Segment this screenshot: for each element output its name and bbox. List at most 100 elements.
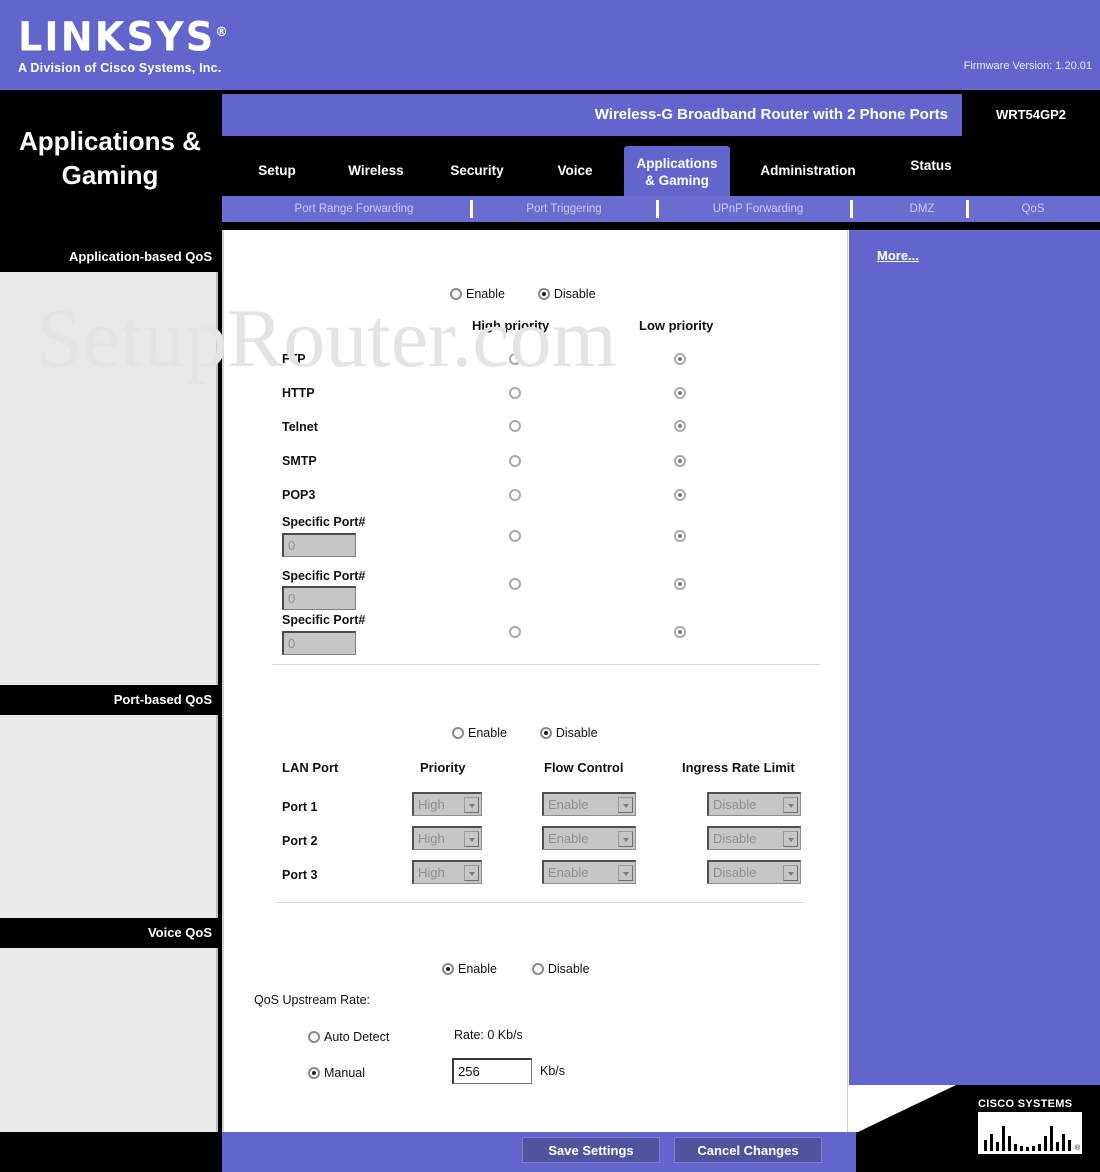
top-banner: LINKSYS® A Division of Cisco Systems, In… bbox=[0, 0, 1100, 90]
subtab-separator-1 bbox=[470, 200, 473, 218]
subtab-separator-3 bbox=[850, 200, 853, 218]
manual-rate-unit: Kb/s bbox=[540, 1064, 566, 1078]
linksys-tagline: A Division of Cisco Systems, Inc. bbox=[18, 61, 222, 76]
voice-qos-disable-radio[interactable] bbox=[531, 963, 544, 975]
subtab-separator-4 bbox=[966, 200, 969, 218]
cisco-bridge-svg: ® bbox=[984, 1126, 1081, 1152]
app-http-high-priority-radio[interactable] bbox=[509, 387, 521, 399]
manual-option: Manual bbox=[308, 1064, 365, 1082]
ingress-rate-limit-select-port-3[interactable]: Disable bbox=[707, 860, 801, 884]
app-row-label-specific-port-3: Specific Port# bbox=[282, 613, 366, 627]
port-row-label-3: Port 3 bbox=[282, 868, 318, 882]
flow-control-select-port-2[interactable]: Enable bbox=[542, 826, 636, 850]
specific-port-input-1[interactable] bbox=[282, 533, 356, 557]
subtab-upnp-forwarding[interactable]: UPnP Forwarding bbox=[668, 196, 848, 222]
chevron-down-icon bbox=[783, 797, 798, 813]
app-specific-port-3-high-priority-radio[interactable] bbox=[509, 626, 521, 638]
app-specific-port-2-low-priority-radio[interactable] bbox=[674, 578, 686, 590]
sidebar-section-voice-qos: Voice QoS bbox=[0, 918, 222, 948]
manual-rate-input[interactable] bbox=[452, 1058, 532, 1084]
app-qos-disable-radio[interactable] bbox=[537, 288, 550, 300]
ingress-rate-limit-select-port-2-value: Disable bbox=[713, 831, 757, 846]
ingress-rate-limit-select-port-1-value: Disable bbox=[713, 797, 757, 812]
subtab-qos[interactable]: QoS bbox=[978, 196, 1088, 222]
help-panel: More... bbox=[849, 230, 1100, 1085]
sidebar-body-voice-qos bbox=[0, 948, 218, 1132]
app-row-label-specific-port-2: Specific Port# bbox=[282, 569, 366, 583]
auto-detect-label: Auto Detect bbox=[324, 1030, 390, 1044]
main-content: Enable Disable High priority Low priorit… bbox=[222, 230, 848, 1132]
chevron-down-icon bbox=[783, 831, 798, 847]
divider-port-voice bbox=[276, 902, 804, 903]
app-qos-disable-label: Disable bbox=[553, 287, 596, 301]
app-telnet-high-priority-radio[interactable] bbox=[509, 420, 521, 432]
app-pop3-low-priority-radio[interactable] bbox=[674, 489, 686, 501]
app-qos-enable-radio[interactable] bbox=[450, 288, 462, 300]
app-ftp-high-priority-radio[interactable] bbox=[509, 353, 521, 365]
specific-port-input-3[interactable] bbox=[282, 631, 356, 655]
manual-radio[interactable] bbox=[308, 1067, 320, 1079]
app-smtp-high-priority-radio[interactable] bbox=[509, 455, 521, 467]
subtab-port-range-forwarding[interactable]: Port Range Forwarding bbox=[240, 196, 468, 222]
flow-control-select-port-3[interactable]: Enable bbox=[542, 860, 636, 884]
tab-voice[interactable]: Voice bbox=[530, 146, 620, 196]
port-qos-disable-label: Disable bbox=[555, 726, 598, 740]
column-header-ingress-rate-limit: Ingress Rate Limit bbox=[682, 760, 795, 775]
manual-label: Manual bbox=[324, 1066, 365, 1080]
save-settings-button[interactable]: Save Settings bbox=[522, 1137, 660, 1163]
sidebar-body-port-based-qos bbox=[0, 715, 218, 918]
voice-qos-enable-radio[interactable] bbox=[442, 963, 454, 975]
sidebar-section-application-based-qos: Application-based QoS bbox=[0, 242, 222, 272]
linksys-logo-text: LINKSYS® bbox=[18, 14, 228, 61]
chevron-down-icon bbox=[464, 831, 479, 847]
ingress-rate-limit-select-port-1[interactable]: Disable bbox=[707, 792, 801, 816]
app-specific-port-1-low-priority-radio[interactable] bbox=[674, 530, 686, 542]
app-specific-port-3-low-priority-radio[interactable] bbox=[674, 626, 686, 638]
tab-applications-and-gaming[interactable]: Applications & Gaming bbox=[624, 146, 730, 196]
ingress-rate-limit-select-port-2[interactable]: Disable bbox=[707, 826, 801, 850]
divider-app-port bbox=[272, 664, 820, 665]
app-smtp-low-priority-radio[interactable] bbox=[674, 455, 686, 467]
app-pop3-high-priority-radio[interactable] bbox=[509, 489, 521, 501]
registered-trademark-icon: ® bbox=[215, 25, 228, 40]
cancel-changes-button[interactable]: Cancel Changes bbox=[674, 1137, 822, 1163]
app-row-label-pop3: POP3 bbox=[282, 488, 316, 502]
app-telnet-low-priority-radio[interactable] bbox=[674, 420, 686, 432]
app-specific-port-2-high-priority-radio[interactable] bbox=[509, 578, 521, 590]
subtab-port-triggering[interactable]: Port Triggering bbox=[484, 196, 644, 222]
voice-qos-enable-radio-group: Enable Disable bbox=[442, 960, 590, 978]
voice-qos-disable-label: Disable bbox=[547, 962, 590, 976]
column-header-priority: Priority bbox=[420, 760, 466, 775]
subtab-dmz[interactable]: DMZ bbox=[862, 196, 982, 222]
priority-select-port-1[interactable]: High bbox=[412, 792, 482, 816]
port-row-label-2: Port 2 bbox=[282, 834, 318, 848]
more-link[interactable]: More... bbox=[877, 248, 919, 263]
tab-status[interactable]: Status bbox=[886, 146, 976, 196]
flow-control-select-port-3-value: Enable bbox=[548, 865, 589, 880]
voice-qos-enable-label: Enable bbox=[458, 962, 497, 976]
tab-setup[interactable]: Setup bbox=[232, 146, 322, 196]
flow-control-select-port-1[interactable]: Enable bbox=[542, 792, 636, 816]
priority-select-port-3[interactable]: High bbox=[412, 860, 482, 884]
priority-select-port-2[interactable]: High bbox=[412, 826, 482, 850]
app-row-label-ftp: FTP bbox=[282, 352, 306, 366]
column-header-low-priority: Low priority bbox=[639, 318, 714, 333]
app-ftp-low-priority-radio[interactable] bbox=[674, 353, 686, 365]
tab-wireless[interactable]: Wireless bbox=[326, 146, 426, 196]
port-row-label-1: Port 1 bbox=[282, 800, 318, 814]
app-http-low-priority-radio[interactable] bbox=[674, 387, 686, 399]
tab-security[interactable]: Security bbox=[428, 146, 526, 196]
sub-tab-bar: Port Range Forwarding Port Triggering UP… bbox=[222, 196, 1100, 222]
app-row-label-smtp: SMTP bbox=[282, 454, 317, 468]
chevron-down-icon bbox=[618, 797, 633, 813]
page-title: Applications & Gaming bbox=[18, 126, 201, 190]
port-qos-disable-radio[interactable] bbox=[539, 727, 552, 739]
specific-port-input-2[interactable] bbox=[282, 586, 356, 610]
chevron-down-icon bbox=[783, 865, 798, 881]
port-qos-enable-label: Enable bbox=[468, 726, 507, 740]
model-number-badge: WRT54GP2 bbox=[962, 94, 1100, 136]
app-specific-port-1-high-priority-radio[interactable] bbox=[509, 530, 521, 542]
tab-administration[interactable]: Administration bbox=[734, 146, 882, 196]
port-qos-enable-radio[interactable] bbox=[452, 727, 464, 739]
auto-detect-radio[interactable] bbox=[308, 1031, 320, 1043]
